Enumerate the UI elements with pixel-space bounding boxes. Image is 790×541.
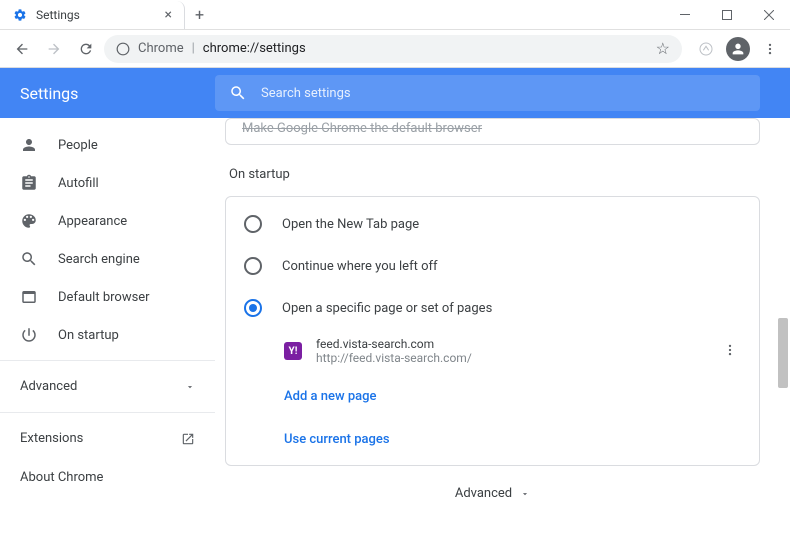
gear-icon (12, 7, 28, 23)
radio-label: Open a specific page or set of pages (282, 301, 492, 316)
sidebar-item-label: Appearance (58, 214, 127, 229)
sidebar-advanced[interactable]: Advanced (0, 367, 215, 406)
sidebar-item-label: Autofill (58, 176, 99, 191)
sidebar-item-label: Default browser (58, 290, 150, 305)
power-icon (20, 326, 38, 344)
star-icon[interactable]: ☆ (656, 39, 670, 58)
scroll-thumb[interactable] (778, 318, 788, 388)
page-entry-url: http://feed.vista-search.com/ (316, 351, 705, 365)
section-title: On startup (229, 167, 760, 182)
sidebar-item-on-startup[interactable]: On startup (0, 316, 215, 354)
close-icon[interactable]: × (165, 7, 172, 23)
open-external-icon (181, 432, 195, 446)
url-origin: Chrome (138, 41, 184, 56)
menu-icon[interactable] (758, 37, 782, 61)
window-controls (664, 0, 790, 30)
chevron-down-icon (185, 382, 195, 392)
radio-label: Continue where you left off (282, 259, 438, 274)
sidebar-item-people[interactable]: People (0, 126, 215, 164)
address-bar: Chrome | chrome://settings ☆ (0, 30, 790, 68)
search-settings-box[interactable] (215, 75, 760, 111)
url-path: chrome://settings (203, 41, 306, 56)
window-titlebar: Settings × + (0, 0, 790, 30)
radio-continue[interactable]: Continue where you left off (226, 245, 759, 287)
radio-specific-pages[interactable]: Open a specific page or set of pages (226, 287, 759, 329)
startup-page-entry: Y! feed.vista-search.com http://feed.vis… (226, 329, 759, 373)
clipboard-icon (20, 174, 38, 192)
close-window-button[interactable] (748, 0, 790, 30)
sidebar-item-label: Search engine (58, 252, 140, 267)
content-area: Make Google Chrome the default browser O… (215, 118, 790, 541)
sidebar-item-label: People (58, 138, 98, 153)
radio-label: Open the New Tab page (282, 217, 419, 232)
url-field[interactable]: Chrome | chrome://settings ☆ (104, 35, 682, 63)
sidebar-item-label: Extensions (20, 431, 83, 446)
search-input[interactable] (261, 86, 746, 101)
search-icon (229, 84, 247, 102)
profile-avatar[interactable] (726, 37, 750, 61)
radio-icon (244, 257, 262, 275)
radio-new-tab[interactable]: Open the New Tab page (226, 203, 759, 245)
sidebar: People Autofill Appearance Search engine… (0, 118, 215, 541)
radio-icon (244, 215, 262, 233)
sidebar-item-search-engine[interactable]: Search engine (0, 240, 215, 278)
tab-title: Settings (36, 8, 157, 22)
sidebar-extensions[interactable]: Extensions (0, 419, 215, 458)
chevron-down-icon (520, 489, 530, 499)
more-icon[interactable] (719, 338, 741, 365)
page-entry-title: feed.vista-search.com (316, 337, 705, 351)
use-current-link[interactable]: Use current pages (284, 432, 390, 447)
use-current-row: Use current pages (226, 416, 759, 459)
add-page-row: Add a new page (226, 373, 759, 416)
sidebar-item-label: Advanced (20, 379, 77, 394)
page-title: Settings (20, 84, 195, 103)
sidebar-item-appearance[interactable]: Appearance (0, 202, 215, 240)
back-button[interactable] (8, 35, 36, 63)
add-page-link[interactable]: Add a new page (284, 389, 376, 404)
browser-tab[interactable]: Settings × (0, 1, 185, 29)
radio-icon (244, 299, 262, 317)
favicon: Y! (284, 342, 302, 360)
sidebar-item-label: On startup (58, 328, 119, 343)
person-icon (20, 136, 38, 154)
startup-card: Open the New Tab page Continue where you… (225, 196, 760, 466)
search-icon (20, 250, 38, 268)
palette-icon (20, 212, 38, 230)
sidebar-item-label: About Chrome (20, 470, 103, 485)
maximize-button[interactable] (706, 0, 748, 30)
settings-header: Settings (0, 68, 790, 118)
scrollbar[interactable] (778, 118, 788, 418)
new-tab-button[interactable]: + (185, 5, 214, 24)
sidebar-item-autofill[interactable]: Autofill (0, 164, 215, 202)
minimize-button[interactable] (664, 0, 706, 30)
sidebar-about[interactable]: About Chrome (0, 458, 215, 497)
default-browser-card-peek: Make Google Chrome the default browser (225, 118, 760, 145)
reload-button[interactable] (72, 35, 100, 63)
extension-icon[interactable] (694, 37, 718, 61)
advanced-toggle[interactable]: Advanced (225, 466, 760, 511)
sidebar-item-default-browser[interactable]: Default browser (0, 278, 215, 316)
chrome-icon (116, 42, 130, 56)
browser-icon (20, 288, 38, 306)
forward-button[interactable] (40, 35, 68, 63)
